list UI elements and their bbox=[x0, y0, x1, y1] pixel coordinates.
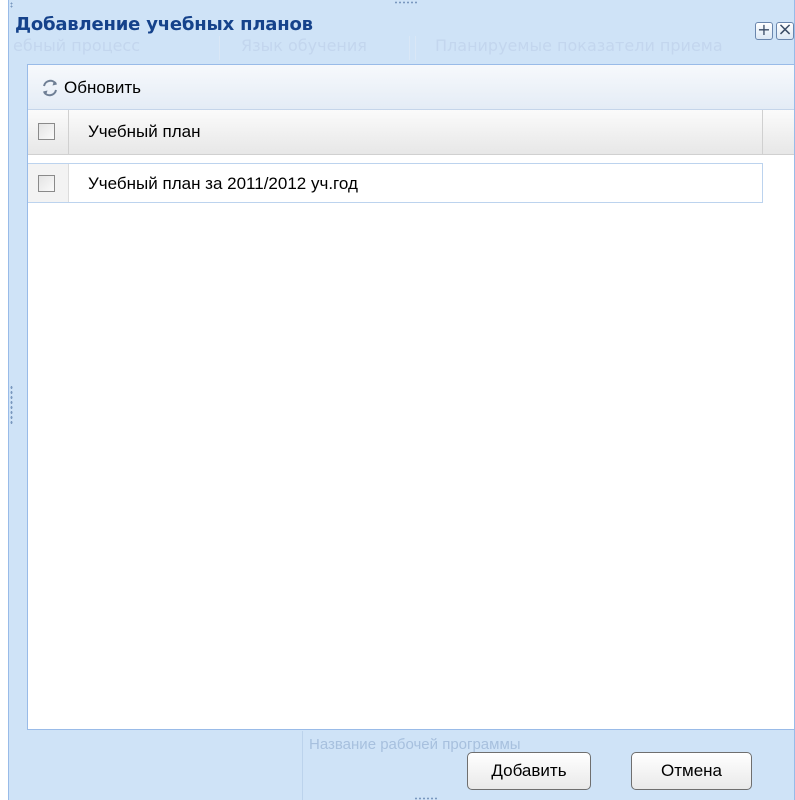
table-row[interactable]: Учебный план за 2011/2012 уч.год bbox=[28, 163, 763, 203]
resize-handle-top[interactable] bbox=[394, 1, 418, 4]
grid-panel: Обновить Учебный план Учебный план за 20… bbox=[27, 64, 794, 730]
row-plan-name: Учебный план за 2011/2012 уч.год bbox=[88, 174, 358, 193]
grid-toolbar: Обновить bbox=[28, 65, 794, 110]
refresh-label: Обновить bbox=[64, 78, 141, 97]
grid-header: Учебный план bbox=[28, 110, 794, 155]
dialog-title: Добавление учебных планов bbox=[15, 14, 313, 35]
resize-handle-corner[interactable] bbox=[10, 2, 13, 8]
dialog-window: ебный процесс Язык обучения Планируемые … bbox=[8, 0, 795, 800]
row-checkbox[interactable] bbox=[38, 175, 55, 192]
column-header-plan[interactable]: Учебный план bbox=[69, 110, 763, 154]
cancel-button[interactable]: Отмена bbox=[631, 752, 752, 790]
select-all-checkbox[interactable] bbox=[38, 123, 55, 140]
background-field-label: Название рабочей программы bbox=[309, 736, 521, 753]
refresh-button[interactable]: Обновить bbox=[40, 77, 141, 99]
resize-handle-left[interactable] bbox=[10, 385, 13, 425]
close-icon: × bbox=[777, 19, 793, 40]
refresh-icon bbox=[43, 79, 57, 97]
close-button[interactable]: × bbox=[776, 19, 794, 40]
row-check-cell bbox=[28, 164, 69, 202]
background-divider bbox=[302, 731, 303, 800]
background-tab: Планируемые показатели приема bbox=[435, 36, 723, 55]
plus-icon: + bbox=[757, 20, 771, 39]
add-button[interactable]: Добавить bbox=[467, 752, 591, 790]
background-tab: Язык обучения bbox=[241, 36, 367, 55]
background-tab: ебный процесс bbox=[13, 36, 141, 55]
column-header-label: Учебный план bbox=[88, 122, 201, 141]
header-check-cell bbox=[28, 110, 69, 154]
expand-button[interactable]: + bbox=[755, 22, 773, 40]
background-tabs: ебный процесс Язык обучения Планируемые … bbox=[11, 36, 794, 60]
